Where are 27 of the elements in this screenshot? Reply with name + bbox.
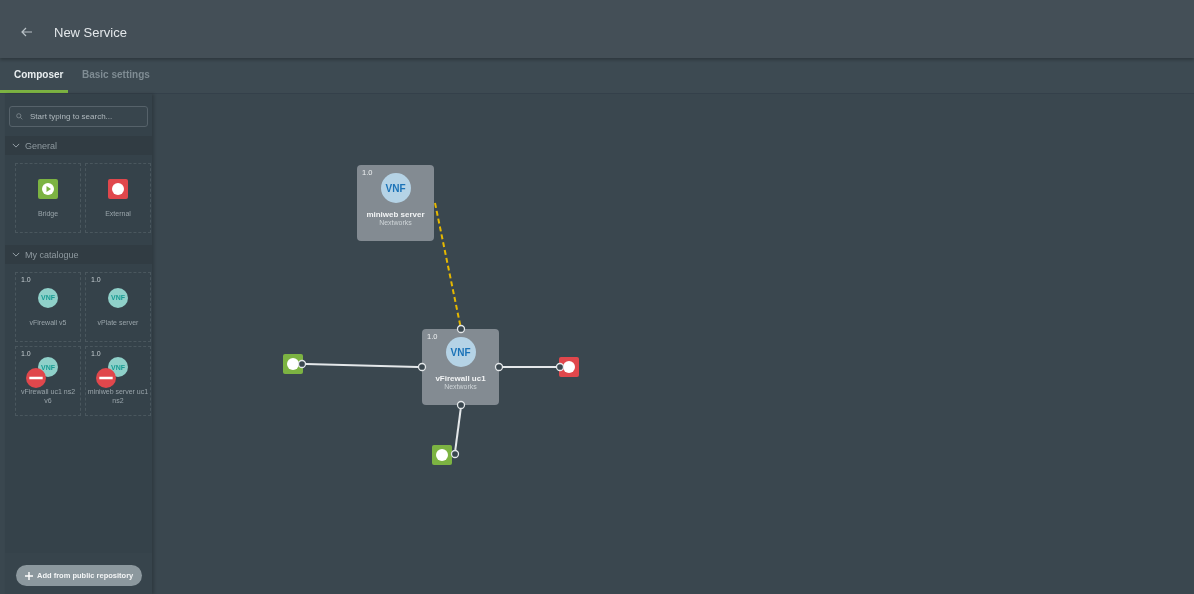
chevron-icon: [12, 252, 20, 257]
bridge-node-icon[interactable]: [283, 354, 303, 374]
node-name: miniweb server: [366, 210, 425, 219]
port[interactable]: [450, 449, 460, 459]
section-header[interactable]: My catalogue: [5, 245, 152, 264]
bridge-node-icon[interactable]: [432, 445, 452, 465]
search-field[interactable]: Start typing to search...: [9, 106, 148, 127]
port[interactable]: [555, 362, 565, 372]
link-line[interactable]: [434, 202, 462, 326]
play-icon: [38, 178, 58, 199]
vnf-badge: VNF: [445, 337, 476, 367]
port[interactable]: [417, 362, 427, 372]
page-title: New Service: [54, 24, 127, 40]
port[interactable]: [456, 400, 466, 410]
plus-icon: [25, 571, 33, 580]
node-name: vFirewall uc1: [435, 374, 486, 383]
vnf-badge: VNF: [380, 173, 411, 203]
port[interactable]: [456, 324, 466, 334]
port[interactable]: [494, 362, 504, 372]
record-icon: [108, 178, 128, 199]
back-arrow-icon[interactable]: [21, 27, 33, 37]
chevron-icon: [12, 143, 20, 148]
external-node-icon[interactable]: [559, 357, 579, 377]
port[interactable]: [297, 359, 307, 369]
tab[interactable]: Basic settings: [68, 58, 160, 93]
section-header[interactable]: General: [5, 136, 152, 155]
search-icon: [16, 113, 23, 120]
